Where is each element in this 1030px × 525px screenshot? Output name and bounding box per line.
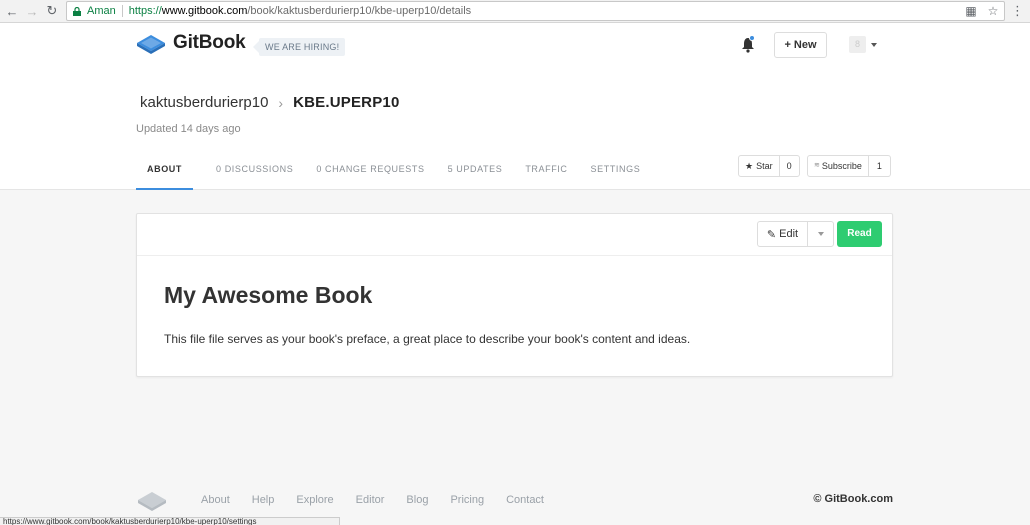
url-path: /book/kaktusberdurierp10/kbe-uperp10/det…	[247, 5, 472, 17]
avatar: 8	[849, 36, 866, 53]
footer-logo-icon[interactable]	[136, 489, 168, 511]
chevron-down-icon	[817, 232, 824, 236]
url-scheme: https://	[128, 5, 162, 17]
new-book-button[interactable]: + New	[774, 32, 827, 58]
edit-button[interactable]: ✎ Edit	[758, 222, 808, 246]
omnibox-actions: ▦ ☆	[964, 4, 1000, 18]
edit-button-group: ✎ Edit	[757, 221, 834, 247]
omnibox-divider	[121, 5, 123, 17]
reload-icon[interactable]: ↻	[44, 3, 60, 19]
footer-link-about[interactable]: About	[201, 494, 230, 506]
subscribe-label: Subscribe	[821, 161, 862, 171]
browser-status-bar: https://www.gitbook.com/book/kaktusberdu…	[0, 517, 340, 525]
tab-settings[interactable]: SETTINGS	[591, 153, 641, 190]
book-title: My Awesome Book	[164, 282, 373, 308]
footer-link-help[interactable]: Help	[252, 494, 275, 506]
breadcrumb-owner[interactable]: kaktusberdurierp10	[140, 94, 268, 111]
edit-label: Edit	[779, 228, 799, 240]
chevron-down-icon	[871, 42, 877, 47]
star-button[interactable]: ★ Star	[739, 156, 780, 176]
footer-link-blog[interactable]: Blog	[406, 494, 428, 506]
gitbook-logo[interactable]: GitBook	[135, 32, 246, 54]
star-label: Star	[756, 161, 773, 171]
translate-icon[interactable]: ▦	[964, 4, 978, 18]
browser-menu-icon[interactable]: ⋮	[1011, 3, 1024, 19]
updated-timestamp: Updated 14 days ago	[136, 123, 241, 135]
tab-about[interactable]: ABOUT	[136, 153, 193, 190]
footer-link-editor[interactable]: Editor	[356, 494, 385, 506]
address-bar[interactable]: Aman https://www.gitbook.com/book/kaktus…	[66, 1, 1005, 21]
chevron-right-icon: ›	[278, 94, 284, 111]
book-header: GitBook WE ARE HIRING! + New 8 kaktusber…	[0, 23, 1030, 190]
hiring-badge[interactable]: WE ARE HIRING!	[252, 38, 346, 56]
book-description: This file file serves as your book's pre…	[164, 332, 691, 346]
subscribe-button-group: ≋ Subscribe 1	[807, 155, 891, 177]
back-arrow-icon[interactable]: ←	[4, 3, 20, 19]
secure-label: Aman	[87, 5, 116, 17]
footer-link-explore[interactable]: Explore	[296, 494, 333, 506]
notification-dot	[749, 35, 755, 41]
star-count: 0	[786, 161, 792, 171]
user-menu[interactable]: 8	[849, 36, 877, 53]
notification-bell-icon[interactable]	[741, 35, 755, 53]
card-toolbar: ✎ Edit Read	[137, 214, 892, 256]
breadcrumb: kaktusberdurierp10 › KBE.UPERP10	[140, 94, 400, 111]
edit-dropdown-toggle[interactable]	[808, 222, 833, 246]
tab-updates[interactable]: 5 UPDATES	[448, 153, 503, 190]
pencil-icon: ✎	[766, 228, 777, 241]
tab-discussions[interactable]: 0 DISCUSSIONS	[216, 153, 293, 190]
rss-icon: ≋	[814, 162, 820, 169]
subscribe-count: 1	[876, 161, 882, 171]
star-button-group: ★ Star 0	[738, 155, 800, 177]
logo-text: GitBook	[173, 32, 246, 53]
forward-arrow-icon[interactable]: →	[24, 3, 40, 19]
url-host: www.gitbook.com	[161, 5, 248, 17]
book-tabs: ABOUT 0 DISCUSSIONS 0 CHANGE REQUESTS 5 …	[136, 153, 663, 190]
copyright: © GitBook.com	[813, 493, 893, 505]
subscribe-button[interactable]: ≋ Subscribe	[808, 156, 869, 176]
footer: About Help Explore Editor Blog Pricing C…	[136, 487, 893, 513]
read-button[interactable]: Read	[837, 221, 882, 247]
bookmark-star-icon[interactable]: ☆	[986, 4, 1000, 18]
footer-link-pricing[interactable]: Pricing	[450, 494, 484, 506]
book-readme-card: ✎ Edit Read My Awesome Book This file fi…	[136, 213, 893, 377]
footer-links: About Help Explore Editor Blog Pricing C…	[201, 494, 566, 506]
footer-link-contact[interactable]: Contact	[506, 494, 544, 506]
star-icon: ★	[745, 161, 754, 171]
tab-traffic[interactable]: TRAFFIC	[525, 153, 567, 190]
tab-change-requests[interactable]: 0 CHANGE REQUESTS	[316, 153, 424, 190]
breadcrumb-book[interactable]: KBE.UPERP10	[293, 94, 399, 111]
book-logo-icon	[137, 35, 165, 54]
lock-icon	[73, 6, 81, 16]
browser-toolbar: ← → ↻ Aman https://www.gitbook.com/book/…	[0, 0, 1030, 23]
